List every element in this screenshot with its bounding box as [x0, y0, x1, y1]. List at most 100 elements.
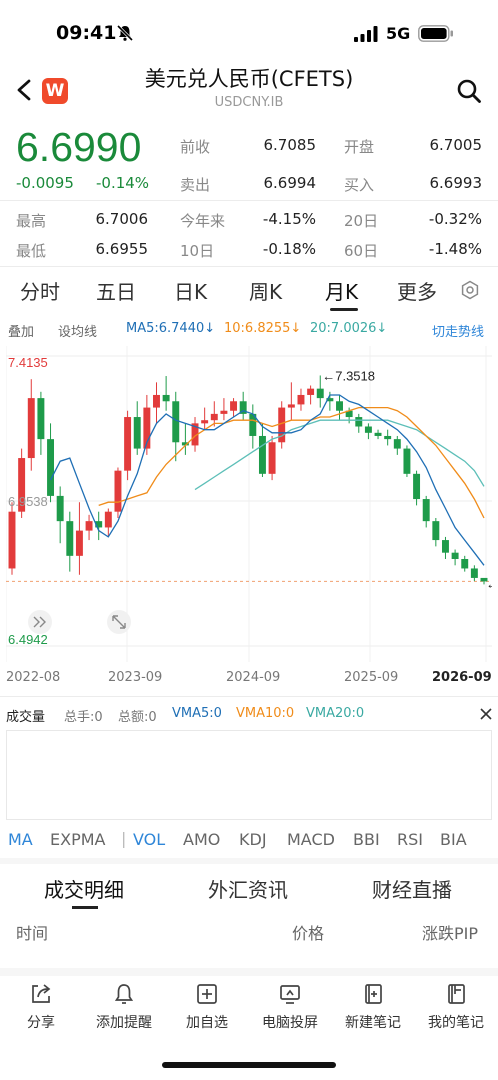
- change-20d-value: -0.32%: [428, 210, 482, 228]
- candle-body: [307, 388, 315, 395]
- vma5-legend: VMA5:0: [172, 706, 222, 721]
- search-icon[interactable]: [456, 78, 482, 104]
- indicator-amo[interactable]: AMO: [183, 830, 220, 849]
- indicator-bbi[interactable]: BBI: [353, 830, 380, 849]
- candle-body: [47, 439, 54, 496]
- min-price-annotation: ←6.6896: [486, 576, 492, 591]
- candle-body: [114, 470, 122, 512]
- screen-cast-button[interactable]: 电脑投屏: [249, 982, 331, 1032]
- x-tick-label: 2025-09: [344, 670, 399, 685]
- tab-five-day[interactable]: 五日: [96, 276, 136, 305]
- candle-body: [336, 401, 343, 411]
- settings-icon[interactable]: [460, 280, 480, 300]
- ma10-legend: 10:6.8255↓: [224, 321, 302, 336]
- indicator-macd[interactable]: MACD: [287, 830, 335, 849]
- tab-forex-news[interactable]: 外汇资讯: [208, 874, 288, 903]
- candle-body: [153, 394, 160, 408]
- y-mid-label: 6.9538: [8, 494, 48, 509]
- x-tick-label: 2024-09: [226, 670, 281, 685]
- battery-icon: [418, 25, 453, 42]
- ask-value: 6.6993: [429, 174, 483, 192]
- candle-body: [104, 511, 112, 528]
- page-title: 美元兑人民币(CFETS): [144, 67, 354, 91]
- candle-body: [355, 417, 363, 427]
- share-label: 分享: [27, 1015, 55, 1031]
- candle-body: [403, 448, 411, 474]
- bottom-toolbar: 分享 添加提醒 加自选 电脑投屏 新建笔记 我的笔记: [0, 976, 498, 1046]
- indicator-kdj[interactable]: KDJ: [239, 830, 267, 849]
- tab-weekly-k[interactable]: 周K: [249, 276, 282, 305]
- change-60d-label: 60日: [344, 242, 379, 260]
- tab-daily-k[interactable]: 日K: [174, 276, 207, 305]
- open-label: 开盘: [344, 138, 375, 156]
- page-symbol: USDCNY.IB: [214, 95, 284, 110]
- volume-panel: [6, 730, 492, 820]
- candle-body: [85, 521, 93, 531]
- new-note-button[interactable]: 新建笔记: [332, 982, 414, 1032]
- candle-body: [133, 417, 141, 449]
- add-watchlist-button[interactable]: 加自选: [166, 982, 248, 1032]
- volume-legend-row: 成交量 总手:0 总额:0 VMA5:0 VMA10:0 VMA20:0: [0, 706, 498, 726]
- nav-header: W 美元兑人民币(CFETS) USDCNY.IB: [0, 58, 498, 120]
- tab-more[interactable]: 更多: [397, 276, 437, 305]
- status-time: 09:41: [56, 22, 117, 44]
- screen-cast-label: 电脑投屏: [262, 1015, 318, 1031]
- indicator-rsi[interactable]: RSI: [397, 830, 423, 849]
- candle-body: [287, 404, 295, 408]
- vma20-legend: VMA20:0: [306, 706, 365, 721]
- candle-body: [470, 568, 478, 578]
- change-10d-value: -0.18%: [262, 240, 316, 258]
- tab-intraday[interactable]: 分时: [20, 276, 60, 305]
- ytd-label: 今年来: [180, 212, 226, 230]
- price-change: -0.0095: [16, 174, 74, 192]
- notebook-icon: [448, 984, 465, 1004]
- candle-body: [124, 417, 132, 471]
- set-ma-button[interactable]: 设均线: [58, 321, 97, 340]
- add-box-icon: [197, 984, 217, 1004]
- column-price: 价格: [292, 924, 325, 943]
- ma20-line: [194, 419, 485, 491]
- close-icon[interactable]: [480, 708, 492, 720]
- divider: [0, 266, 498, 267]
- tab-trade-details[interactable]: 成交明细: [44, 874, 124, 903]
- candle-body: [172, 401, 180, 443]
- home-indicator: [162, 1062, 336, 1068]
- candle-body: [8, 511, 16, 569]
- ma20-legend: 20:7.0026↓: [310, 321, 388, 336]
- switch-trend-line-button[interactable]: 切走势线: [432, 321, 484, 340]
- tab-monthly-k[interactable]: 月K: [325, 276, 358, 305]
- bid-value: 6.6994: [263, 174, 317, 192]
- x-tick-label: 2023-09: [108, 670, 163, 685]
- bell-muted-icon: [116, 24, 134, 42]
- candle-body: [75, 530, 83, 556]
- candle-body: [230, 401, 238, 411]
- add-watchlist-label: 加自选: [186, 1015, 228, 1031]
- my-notes-label: 我的笔记: [428, 1015, 484, 1031]
- overlay-button[interactable]: 叠加: [8, 321, 34, 340]
- low-label: 最低: [16, 242, 47, 260]
- collapse-button: [28, 610, 52, 634]
- network-label: 5G: [386, 24, 411, 43]
- indicator-expma[interactable]: EXPMA: [50, 830, 105, 849]
- price-change-percent: -0.14%: [96, 174, 150, 192]
- monthly-candlestick-chart[interactable]: 7.4135 6.9538 6.4942 ←7.3518 ←6.6896: [6, 346, 492, 666]
- indicator-vol[interactable]: VOL: [133, 830, 165, 849]
- candle-body: [413, 473, 421, 500]
- x-tick-label: 2026-09: [432, 670, 492, 685]
- candle-body: [162, 394, 170, 402]
- bid-label: 卖出: [180, 176, 211, 194]
- my-notes-button[interactable]: 我的笔记: [415, 982, 497, 1032]
- add-alert-label: 添加提醒: [96, 1015, 152, 1031]
- change-20d-label: 20日: [344, 212, 379, 230]
- candle-body: [393, 439, 401, 449]
- screen-cast-icon: [280, 985, 300, 1004]
- candle-body: [461, 558, 469, 569]
- low-value: 6.6955: [95, 240, 149, 258]
- tab-live-finance[interactable]: 财经直播: [372, 874, 452, 903]
- y-max-label: 7.4135: [8, 355, 48, 370]
- share-button[interactable]: 分享: [0, 982, 82, 1032]
- add-alert-button[interactable]: 添加提醒: [83, 982, 165, 1032]
- change-10d-label: 10日: [180, 242, 215, 260]
- indicator-ma[interactable]: MA: [8, 830, 33, 849]
- indicator-bia[interactable]: BIA: [440, 830, 467, 849]
